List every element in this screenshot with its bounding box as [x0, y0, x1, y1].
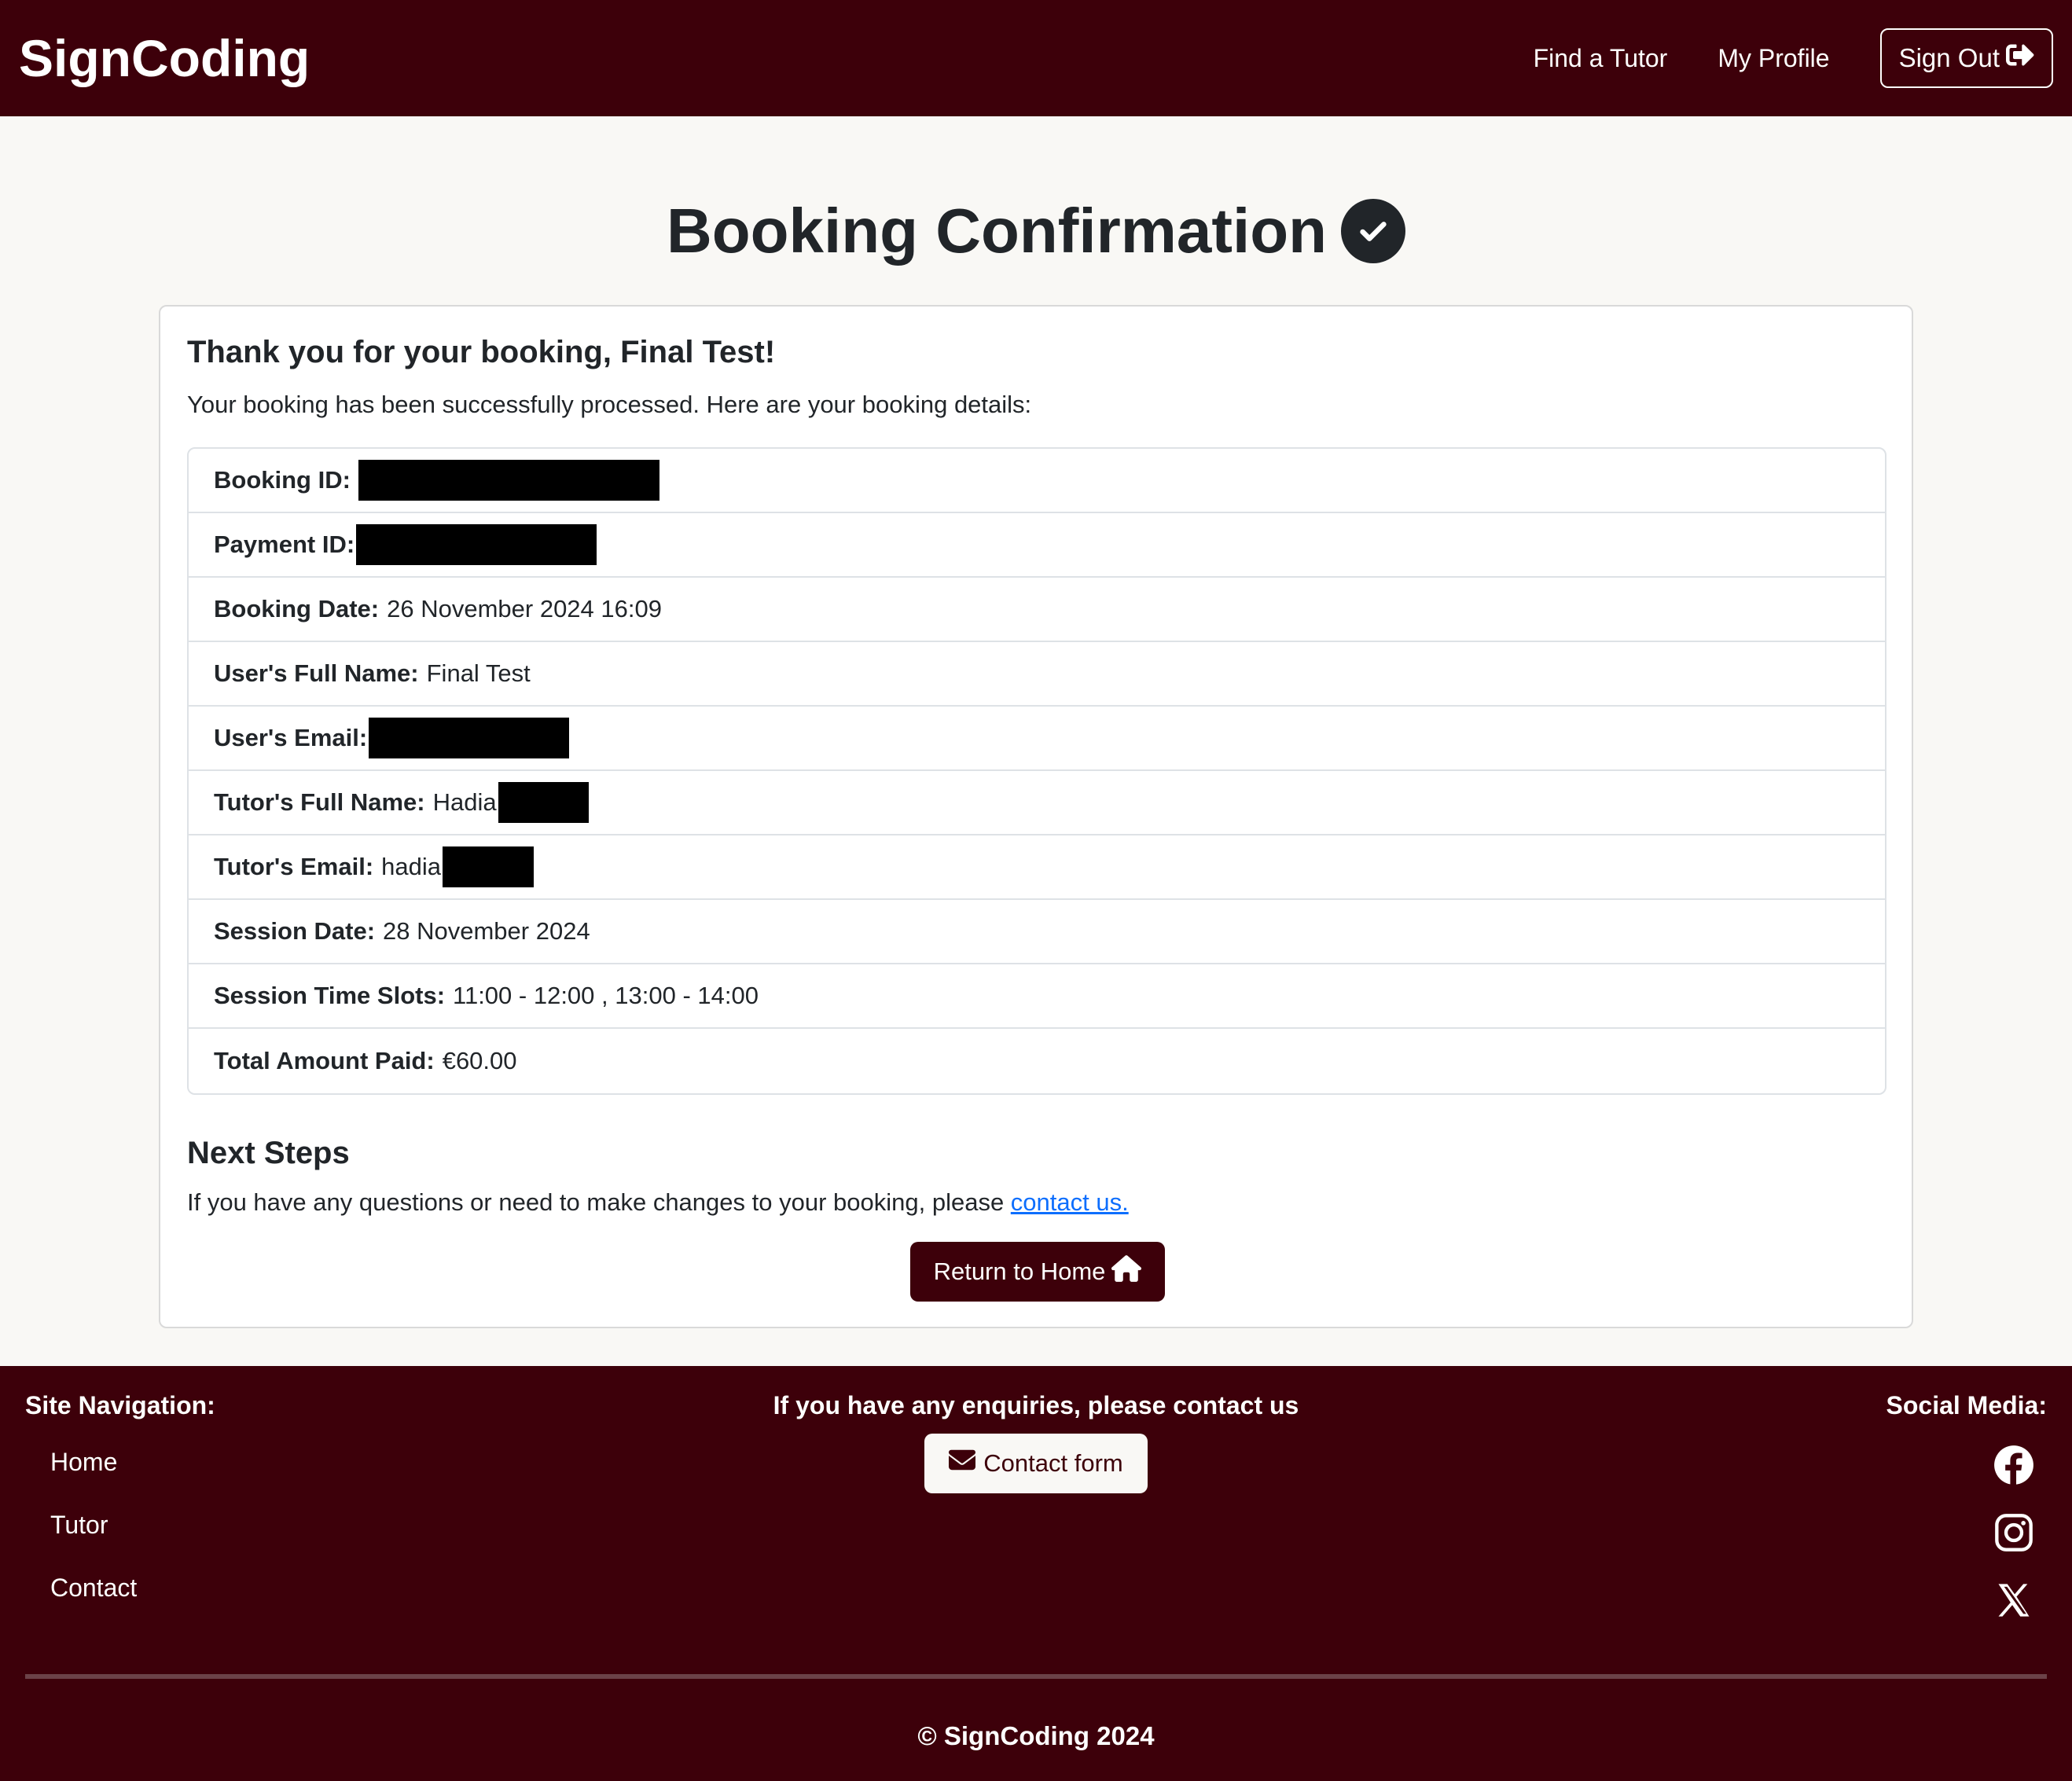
footer-link-home[interactable]: Home [50, 1448, 137, 1511]
detail-booking-id: Booking ID: [189, 449, 1885, 513]
sign-out-icon [2006, 41, 2034, 75]
detail-value: Hadia [432, 788, 497, 816]
detail-session-date: Session Date: 28 November 2024 [189, 900, 1885, 964]
detail-label: Booking Date: [214, 595, 380, 622]
next-steps-heading: Next Steps [187, 1136, 350, 1170]
detail-value: 26 November 2024 16:09 [387, 595, 662, 622]
detail-payment-id: Payment ID: [189, 513, 1885, 578]
detail-tutor-email: Tutor's Email: hadia [189, 835, 1885, 900]
detail-session-time-slots: Session Time Slots: 11:00 - 12:00 , 13:0… [189, 964, 1885, 1029]
footer-enquiries-text: If you have any enquiries, please contac… [773, 1391, 1299, 1419]
site-footer: Site Navigation: Home Tutor Contact If y… [0, 1366, 2072, 1781]
redacted-value [498, 782, 589, 823]
next-steps-text: If you have any questions or need to mak… [187, 1188, 1885, 1217]
contact-form-label: Contact form [983, 1449, 1123, 1477]
detail-label: Payment ID: [214, 531, 355, 558]
footer-link-contact[interactable]: Contact [50, 1574, 137, 1636]
detail-tutor-full-name: Tutor's Full Name: Hadia [189, 771, 1885, 835]
detail-value: 28 November 2024 [383, 917, 590, 945]
redacted-value [358, 460, 659, 501]
booking-confirmation-card: Thank you for your booking, Final Test! … [159, 305, 1913, 1328]
intro-text: Your booking has been successfully proce… [187, 391, 1032, 418]
facebook-icon[interactable] [1993, 1445, 2034, 1485]
detail-booking-date: Booking Date: 26 November 2024 16:09 [189, 578, 1885, 642]
nav-my-profile-link[interactable]: My Profile [1717, 44, 1829, 73]
detail-label: Session Date: [214, 917, 376, 945]
nav-links: Find a Tutor My Profile Sign Out [1534, 28, 2053, 88]
redacted-value [443, 846, 535, 887]
detail-value: Final Test [426, 659, 531, 687]
page-title-text: Booking Confirmation [667, 196, 1327, 266]
check-circle-icon [1340, 199, 1405, 263]
booking-details-list: Booking ID: Payment ID: Booking Date: 26… [187, 447, 1886, 1095]
detail-label: Total Amount Paid: [214, 1047, 435, 1074]
detail-label: User's Email: [214, 724, 368, 751]
detail-total-amount: Total Amount Paid: €60.00 [189, 1029, 1885, 1093]
footer-social-title: Social Media: [1886, 1391, 2048, 1419]
detail-value: 11:00 - 12:00 , 13:00 - 14:00 [453, 982, 759, 1009]
sign-out-button[interactable]: Sign Out [1879, 28, 2053, 88]
detail-user-email: User's Email: [189, 707, 1885, 771]
sign-out-label: Sign Out [1898, 43, 2000, 72]
footer-divider [25, 1674, 2047, 1679]
detail-label: Booking ID: [214, 466, 351, 494]
brand-logo[interactable]: SignCoding [19, 28, 310, 88]
footer-nav: Home Tutor Contact [50, 1448, 137, 1636]
detail-label: Tutor's Full Name: [214, 788, 425, 816]
page-title: Booking Confirmation [0, 195, 2072, 267]
contact-us-link[interactable]: contact us. [1011, 1188, 1129, 1216]
detail-label: User's Full Name: [214, 659, 419, 687]
copyright-text: © SignCoding 2024 [917, 1721, 1155, 1750]
detail-value: €60.00 [442, 1047, 517, 1074]
instagram-icon[interactable] [1993, 1512, 2034, 1553]
redacted-value [369, 718, 570, 758]
detail-label: Tutor's Email: [214, 853, 374, 880]
contact-form-button[interactable]: Contact form [924, 1434, 1148, 1493]
return-home-label: Return to Home [933, 1258, 1106, 1285]
envelope-icon [949, 1449, 976, 1478]
nav-find-tutor-link[interactable]: Find a Tutor [1534, 44, 1668, 73]
top-navbar: SignCoding Find a Tutor My Profile Sign … [0, 0, 2072, 116]
thank-you-heading: Thank you for your booking, Final Test! [187, 335, 776, 369]
detail-value: hadia [381, 853, 442, 880]
detail-label: Session Time Slots: [214, 982, 446, 1009]
home-icon [1111, 1254, 1142, 1289]
x-icon[interactable] [1993, 1580, 2034, 1621]
detail-user-full-name: User's Full Name: Final Test [189, 642, 1885, 707]
return-home-button[interactable]: Return to Home [910, 1242, 1165, 1302]
next-steps-body: If you have any questions or need to mak… [187, 1188, 1011, 1216]
redacted-value [356, 524, 597, 565]
footer-link-tutor[interactable]: Tutor [50, 1511, 137, 1574]
